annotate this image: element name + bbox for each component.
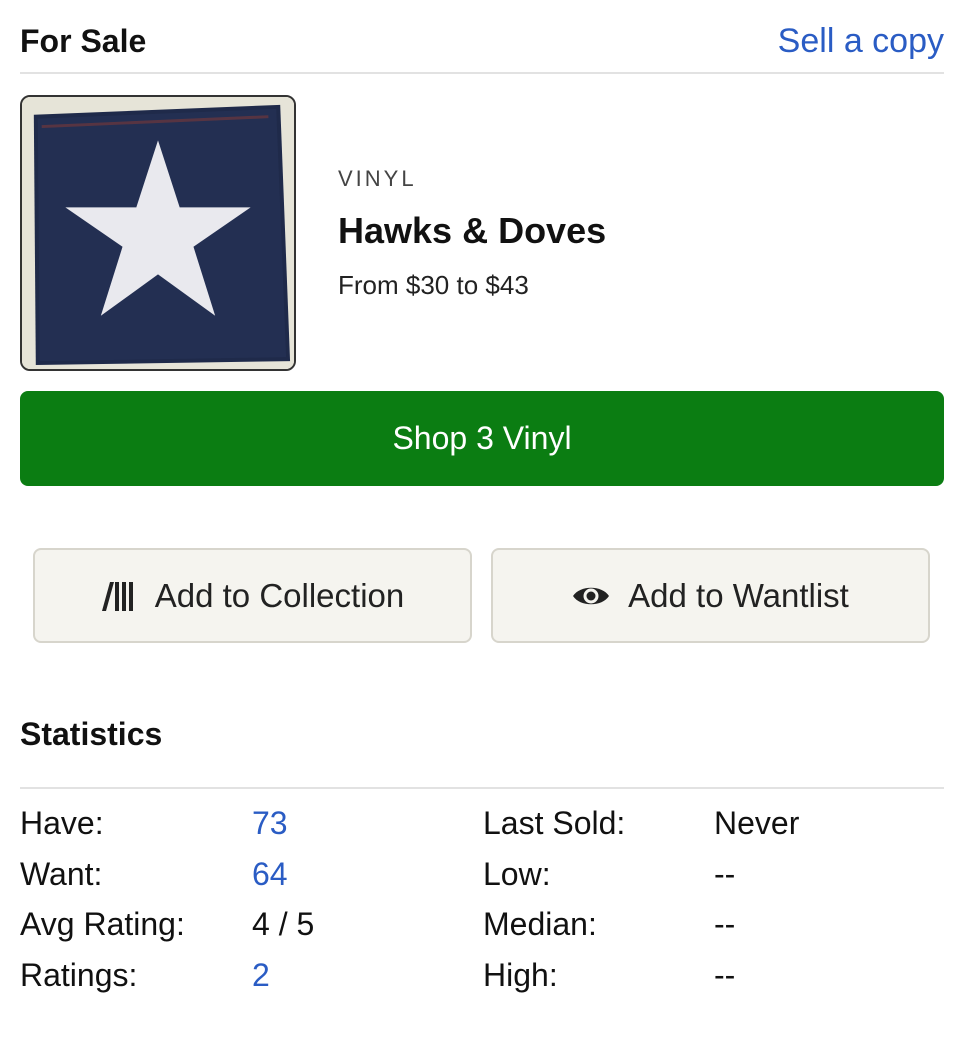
stat-label: Median: xyxy=(483,906,597,942)
for-sale-header: For Sale Sell a copy xyxy=(20,18,944,74)
stats-row-have: Have: 73 Last Sold: Never xyxy=(20,800,944,851)
release-item: VINYL Hawks & Doves From $30 to $43 xyxy=(20,95,944,371)
stat-label: Want: xyxy=(20,855,103,892)
stat-label: Low: xyxy=(483,855,551,892)
stat-value: Never xyxy=(714,805,800,841)
release-format: VINYL xyxy=(338,165,417,191)
price-range: From $30 to $43 xyxy=(338,269,529,300)
release-title[interactable]: Hawks & Doves xyxy=(338,210,606,252)
stats-row-avg-rating: Avg Rating: 4 / 5 Median: -- xyxy=(20,901,944,952)
stat-value: -- xyxy=(714,956,736,993)
eye-icon xyxy=(572,583,610,609)
add-to-wantlist-label: Add to Wantlist xyxy=(628,576,849,614)
statistics-heading: Statistics xyxy=(20,708,944,789)
have-count-link[interactable]: 73 xyxy=(252,800,288,846)
section-title: For Sale xyxy=(20,23,147,59)
stat-value: -- xyxy=(714,906,736,942)
release-meta: VINYL Hawks & Doves From $30 to $43 xyxy=(338,166,606,301)
ratings-count-link[interactable]: 2 xyxy=(252,952,270,998)
want-count-link[interactable]: 64 xyxy=(252,851,288,897)
stat-label: High: xyxy=(483,956,558,993)
sell-a-copy-link[interactable]: Sell a copy xyxy=(778,18,944,64)
stat-label: Last Sold: xyxy=(483,805,626,841)
stats-row-want: Want: 64 Low: -- xyxy=(20,851,944,902)
avg-rating-value: 4 / 5 xyxy=(252,906,315,942)
stat-label: Have: xyxy=(20,805,104,841)
add-to-wantlist-button[interactable]: Add to Wantlist xyxy=(491,548,930,643)
add-to-collection-button[interactable]: Add to Collection xyxy=(33,548,472,643)
album-cover-image[interactable] xyxy=(20,95,296,371)
stat-label: Avg Rating: xyxy=(20,906,185,942)
shop-vinyl-button[interactable]: Shop 3 Vinyl xyxy=(20,391,944,486)
collection-shelf-icon xyxy=(101,580,137,612)
stats-row-ratings: Ratings: 2 High: -- xyxy=(20,952,944,1003)
album-cover-art xyxy=(22,97,294,369)
statistics-table: Have: 73 Last Sold: Never Want: 64 Low: … xyxy=(20,800,944,1002)
stat-label: Ratings: xyxy=(20,956,138,993)
stat-value: -- xyxy=(714,855,736,892)
add-to-collection-label: Add to Collection xyxy=(154,576,405,614)
